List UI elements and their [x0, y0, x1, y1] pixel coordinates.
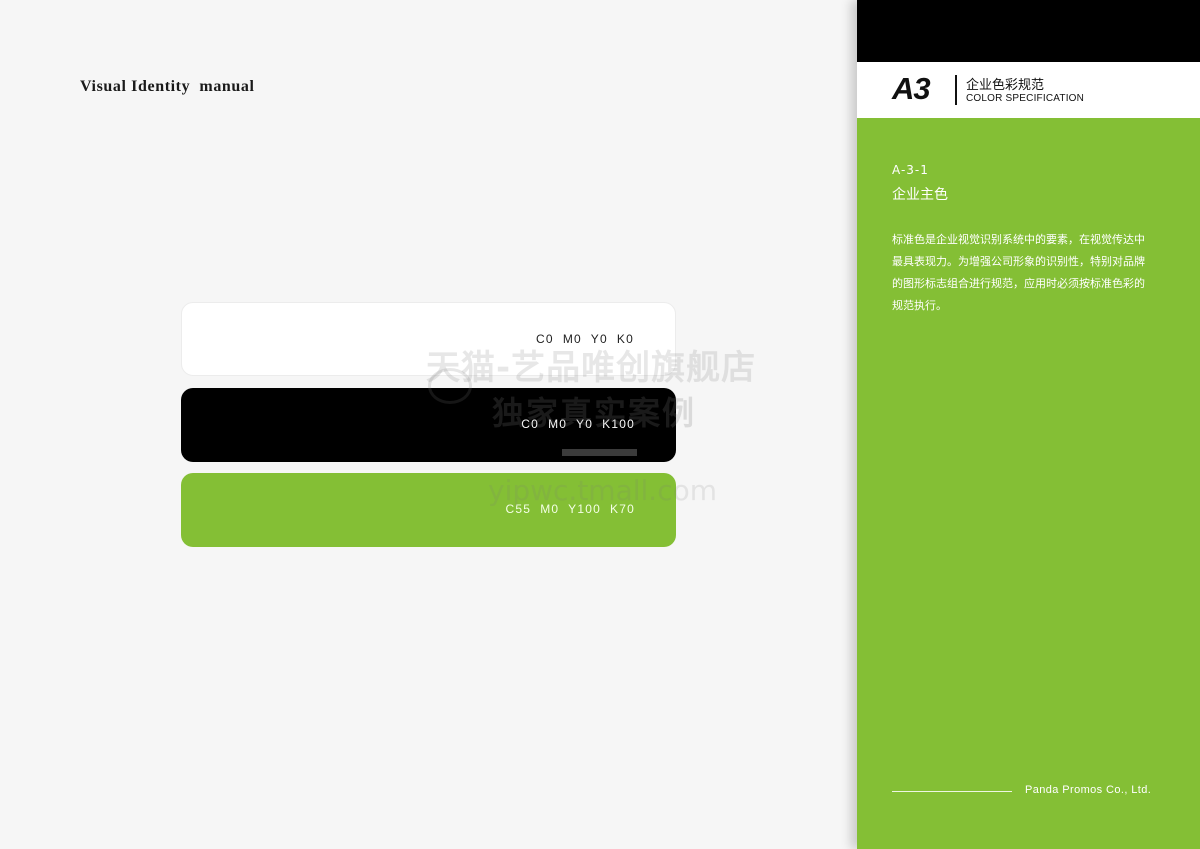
- top-black-band: [857, 0, 1200, 62]
- section-code: A3: [892, 71, 931, 106]
- swatch-label-green: C55 M0 Y100 K70: [505, 502, 635, 516]
- color-swatch-green: C55 M0 Y100 K70: [181, 473, 676, 547]
- left-page: Visual Identity manual C0 M0 Y0 K0 C0 M0…: [0, 0, 857, 849]
- subsection-description: 标准色是企业视觉识别系统中的要素，在视觉传达中最具表现力。为增强公司形象的识别性…: [892, 233, 1145, 312]
- subsection-number: A-3-1: [892, 163, 929, 177]
- watermark-logo-icon: [428, 368, 472, 404]
- header-title-en: COLOR SPECIFICATION: [966, 93, 1085, 104]
- color-swatch-black: C0 M0 Y0 K100: [181, 388, 676, 462]
- right-page: A3 企业色彩规范 COLOR SPECIFICATION A-3-1 企业主色…: [857, 0, 1200, 849]
- subsection-title: 企业主色: [892, 187, 948, 203]
- header-divider: [955, 75, 957, 105]
- color-swatch-white: C0 M0 Y0 K0: [181, 302, 676, 376]
- section-header: A3 企业色彩规范 COLOR SPECIFICATION: [857, 62, 1200, 118]
- header-title-cn: 企业色彩规范: [966, 78, 1045, 93]
- swatch-decor-bar: [562, 449, 637, 456]
- footer-company: Panda Promos Co., Ltd.: [1025, 784, 1152, 796]
- footer-line: [892, 791, 1012, 792]
- swatch-label-white: C0 M0 Y0 K0: [536, 332, 634, 346]
- swatch-label-black: C0 M0 Y0 K100: [521, 417, 635, 431]
- manual-title: Visual Identity manual: [80, 78, 255, 95]
